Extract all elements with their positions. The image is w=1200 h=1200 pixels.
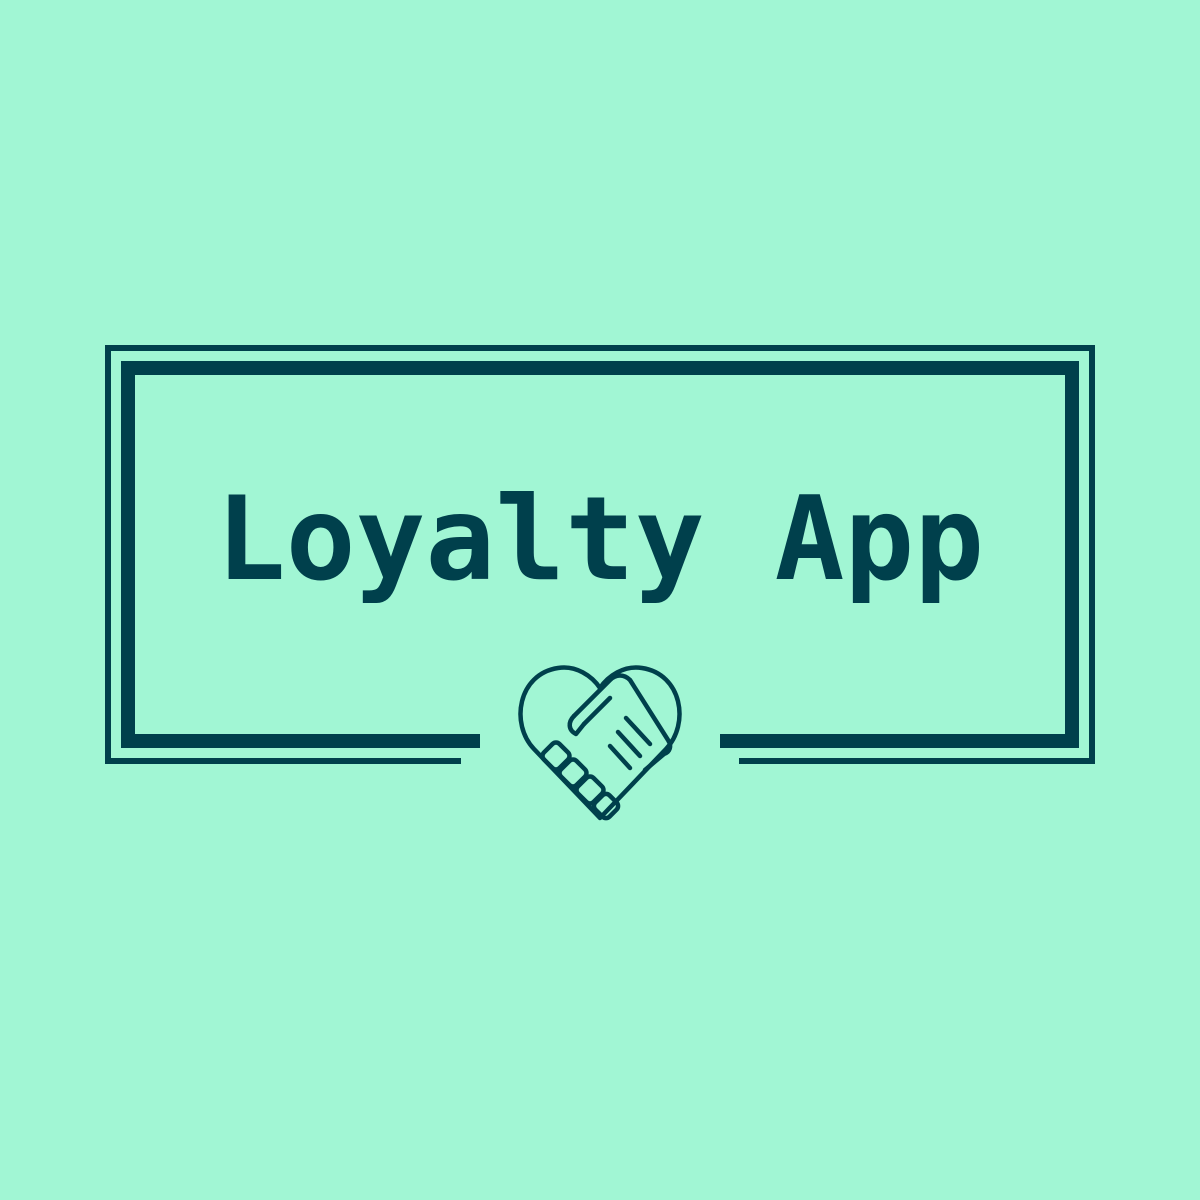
logo: Loyalty App: [0, 0, 1200, 1200]
handshake-heart-icon: [518, 665, 682, 821]
logo-title: Loyalty App: [215, 472, 985, 607]
